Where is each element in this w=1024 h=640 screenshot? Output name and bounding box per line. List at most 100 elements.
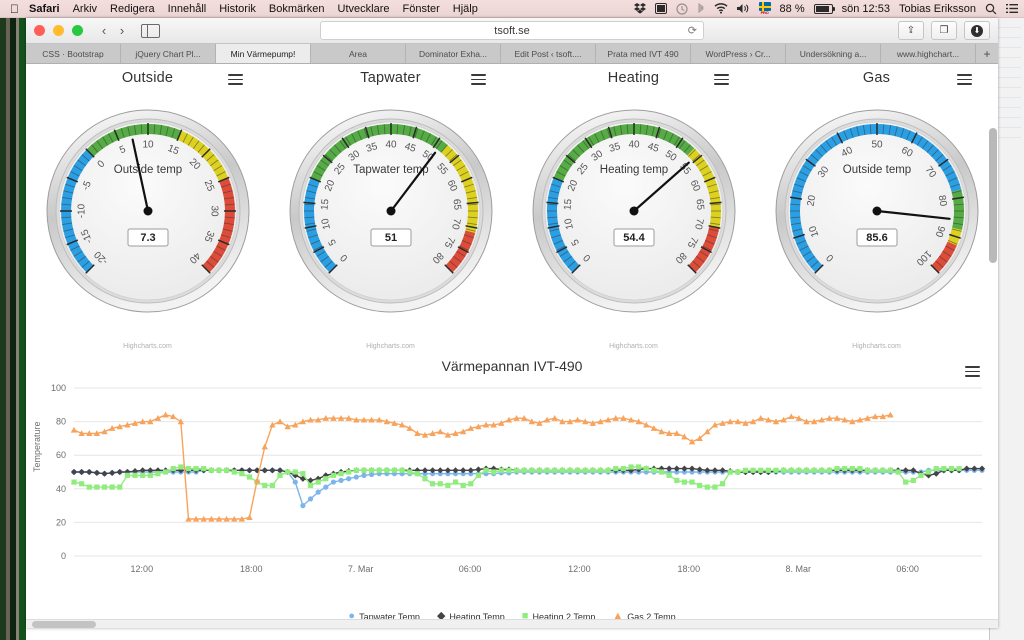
battery-percent-label: 88 %: [779, 2, 805, 15]
sidebar-toggle-icon[interactable]: [141, 23, 160, 38]
menu-item-historik[interactable]: Historik: [219, 3, 256, 15]
timemachine-icon[interactable]: [675, 2, 688, 15]
minimize-window-button[interactable]: [53, 25, 64, 36]
notification-center-icon[interactable]: [1006, 3, 1018, 14]
svg-text:06:00: 06:00: [459, 564, 482, 574]
svg-text:20: 20: [56, 517, 66, 527]
tab-bar: CSS · Bootstrap jQuery Chart Pl... Min V…: [26, 44, 998, 64]
maximize-window-button[interactable]: [72, 25, 83, 36]
wifi-icon[interactable]: [714, 3, 728, 14]
browser-toolbar: ‹ › tsoft.se ⟳ ⇪ ❐ ⬇: [26, 18, 998, 44]
svg-text:80: 80: [935, 194, 948, 207]
safari-window: ‹ › tsoft.se ⟳ ⇪ ❐ ⬇ CSS · Bootstrap jQu…: [26, 18, 998, 628]
new-tab-button[interactable]: +: [976, 44, 998, 63]
page-horizontal-scrollbar[interactable]: [26, 619, 998, 628]
svg-text:18:00: 18:00: [240, 564, 263, 574]
menu-item-safari[interactable]: Safari: [29, 3, 60, 15]
tab-area[interactable]: Area: [311, 44, 406, 63]
tab-highcharts[interactable]: www.highchart...: [881, 44, 976, 63]
bluetooth-icon[interactable]: [697, 2, 705, 15]
share-button[interactable]: ⇪: [898, 21, 924, 40]
menu-item-innehall[interactable]: Innehåll: [168, 3, 207, 15]
gauge-panel-heating: Heating 0 5 10 15 20 25 30 35 40 45 50 55 60 65 70 75 80…: [512, 64, 755, 354]
apple-logo-icon[interactable]: : [10, 3, 19, 15]
svg-text:65: 65: [693, 198, 705, 211]
menu-item-redigera[interactable]: Redigera: [110, 3, 155, 15]
back-button[interactable]: ‹: [95, 23, 113, 38]
context-menu-icon[interactable]: [228, 72, 243, 87]
gauge-tapwater[interactable]: 0 5 10 15 20 25 30 35 40 45 50 55 60 65 70 75 80 Tapwater…: [288, 108, 494, 314]
scrollbar-thumb[interactable]: [989, 128, 997, 263]
tab-min-varmepump[interactable]: Min Värmepump!: [216, 44, 311, 63]
svg-text:15: 15: [562, 198, 574, 211]
svg-text:80: 80: [56, 417, 66, 427]
gauge-panel-gas: Gas 0 10 20 30 40 50 60 70 80 90 100 Outside temp 85…: [755, 64, 998, 354]
context-menu-icon[interactable]: [471, 72, 486, 87]
gauge-gas[interactable]: 0 10 20 30 40 50 60 70 80 90 100 Outside temp 85.6: [774, 108, 980, 314]
svg-text:8. Mar: 8. Mar: [785, 564, 811, 574]
volume-icon[interactable]: [736, 3, 750, 14]
gauge-row: Outside -20 -15 -10 -5 0 5 10 15 20 25 30 35 40 Outsi…: [26, 64, 998, 354]
svg-text:06:00: 06:00: [896, 564, 919, 574]
menu-item-fonster[interactable]: Fönster: [403, 3, 440, 15]
downloads-button[interactable]: ⬇: [964, 21, 990, 40]
highcharts-credit[interactable]: Highcharts.com: [269, 343, 512, 350]
svg-text:50: 50: [871, 140, 883, 151]
context-menu-icon[interactable]: [957, 72, 972, 87]
tab-css-bootstrap[interactable]: CSS · Bootstrap: [26, 44, 121, 63]
svg-text:51: 51: [384, 232, 396, 244]
page-vertical-scrollbar[interactable]: [989, 128, 997, 628]
line-chart: Värmepannan IVT-490 0 20 40 60 80 100 12:00 18:…: [26, 354, 998, 624]
svg-text:7. Mar: 7. Mar: [348, 564, 374, 574]
tab-prata-med-ivt[interactable]: Prata med IVT 490: [596, 44, 691, 63]
svg-text:40: 40: [56, 484, 66, 494]
highcharts-credit[interactable]: Highcharts.com: [512, 343, 755, 350]
spotlight-search-icon[interactable]: [985, 3, 997, 15]
chart-plot-area[interactable]: 0 20 40 60 80 100 12:00 18:00 7. Mar 06:00 12:00 18…: [26, 380, 998, 590]
svg-text:20: 20: [805, 194, 818, 207]
tab-overview-button[interactable]: ❐: [931, 21, 957, 40]
svg-text:Tapwater temp: Tapwater temp: [353, 164, 428, 176]
gauge-heating[interactable]: 0 5 10 15 20 25 30 35 40 45 50 55 60 65 70 75 80 Heating …: [531, 108, 737, 314]
menu-bar-username[interactable]: Tobias Eriksson: [899, 3, 976, 15]
tab-edit-post[interactable]: Edit Post ‹ tsoft....: [501, 44, 596, 63]
tab-wordpress[interactable]: WordPress › Cr...: [691, 44, 786, 63]
svg-text:40: 40: [385, 140, 397, 151]
svg-text:-10: -10: [76, 203, 87, 218]
dropbox-icon[interactable]: [633, 3, 646, 14]
menu-item-arkiv[interactable]: Arkiv: [73, 3, 97, 15]
highcharts-credit[interactable]: Highcharts.com: [755, 343, 998, 350]
svg-text:54.4: 54.4: [623, 232, 645, 244]
menu-item-bokmarken[interactable]: Bokmärken: [269, 3, 325, 15]
context-menu-icon[interactable]: [965, 364, 980, 379]
chart-title: Värmepannan IVT-490: [441, 358, 583, 374]
svg-text:Outside temp: Outside temp: [113, 164, 181, 176]
forward-button[interactable]: ›: [113, 23, 131, 38]
menu-bar-clock[interactable]: sön 12:53: [842, 3, 890, 15]
tab-undersokning[interactable]: Undersökning a...: [786, 44, 881, 63]
svg-text:85.6: 85.6: [866, 232, 887, 244]
tab-dominator-exhaust[interactable]: Dominator Exha...: [406, 44, 501, 63]
scrollbar-thumb[interactable]: [32, 621, 96, 628]
svg-text:40: 40: [628, 140, 640, 151]
battery-icon[interactable]: [813, 3, 835, 14]
flag-icon[interactable]: PRO: [758, 2, 771, 15]
page-content: Outside -20 -15 -10 -5 0 5 10 15 20 25 30 35 40 Outsi…: [26, 64, 998, 628]
svg-text:12:00: 12:00: [131, 564, 154, 574]
svg-text:60: 60: [56, 450, 66, 460]
download-icon: ⬇: [971, 24, 983, 37]
context-menu-icon[interactable]: [714, 72, 729, 87]
tab-jquery-chart[interactable]: jQuery Chart Pl...: [121, 44, 216, 63]
close-window-button[interactable]: [34, 25, 45, 36]
menu-item-hjalp[interactable]: Hjälp: [453, 3, 478, 15]
display-icon[interactable]: [654, 3, 667, 14]
highcharts-credit[interactable]: Highcharts.com: [26, 343, 269, 350]
toolbar-right-actions: ⇪ ❐ ⬇: [898, 21, 990, 40]
gauge-outside[interactable]: -20 -15 -10 -5 0 5 10 15 20 25 30 35 40 Outside temp 7…: [45, 108, 251, 314]
menu-item-utvecklare[interactable]: Utvecklare: [338, 3, 390, 15]
svg-text:10: 10: [142, 140, 154, 151]
address-bar[interactable]: tsoft.se ⟳: [320, 21, 704, 40]
svg-text:0: 0: [61, 551, 66, 561]
svg-text:12:00: 12:00: [568, 564, 591, 574]
reload-icon[interactable]: ⟳: [688, 24, 697, 37]
